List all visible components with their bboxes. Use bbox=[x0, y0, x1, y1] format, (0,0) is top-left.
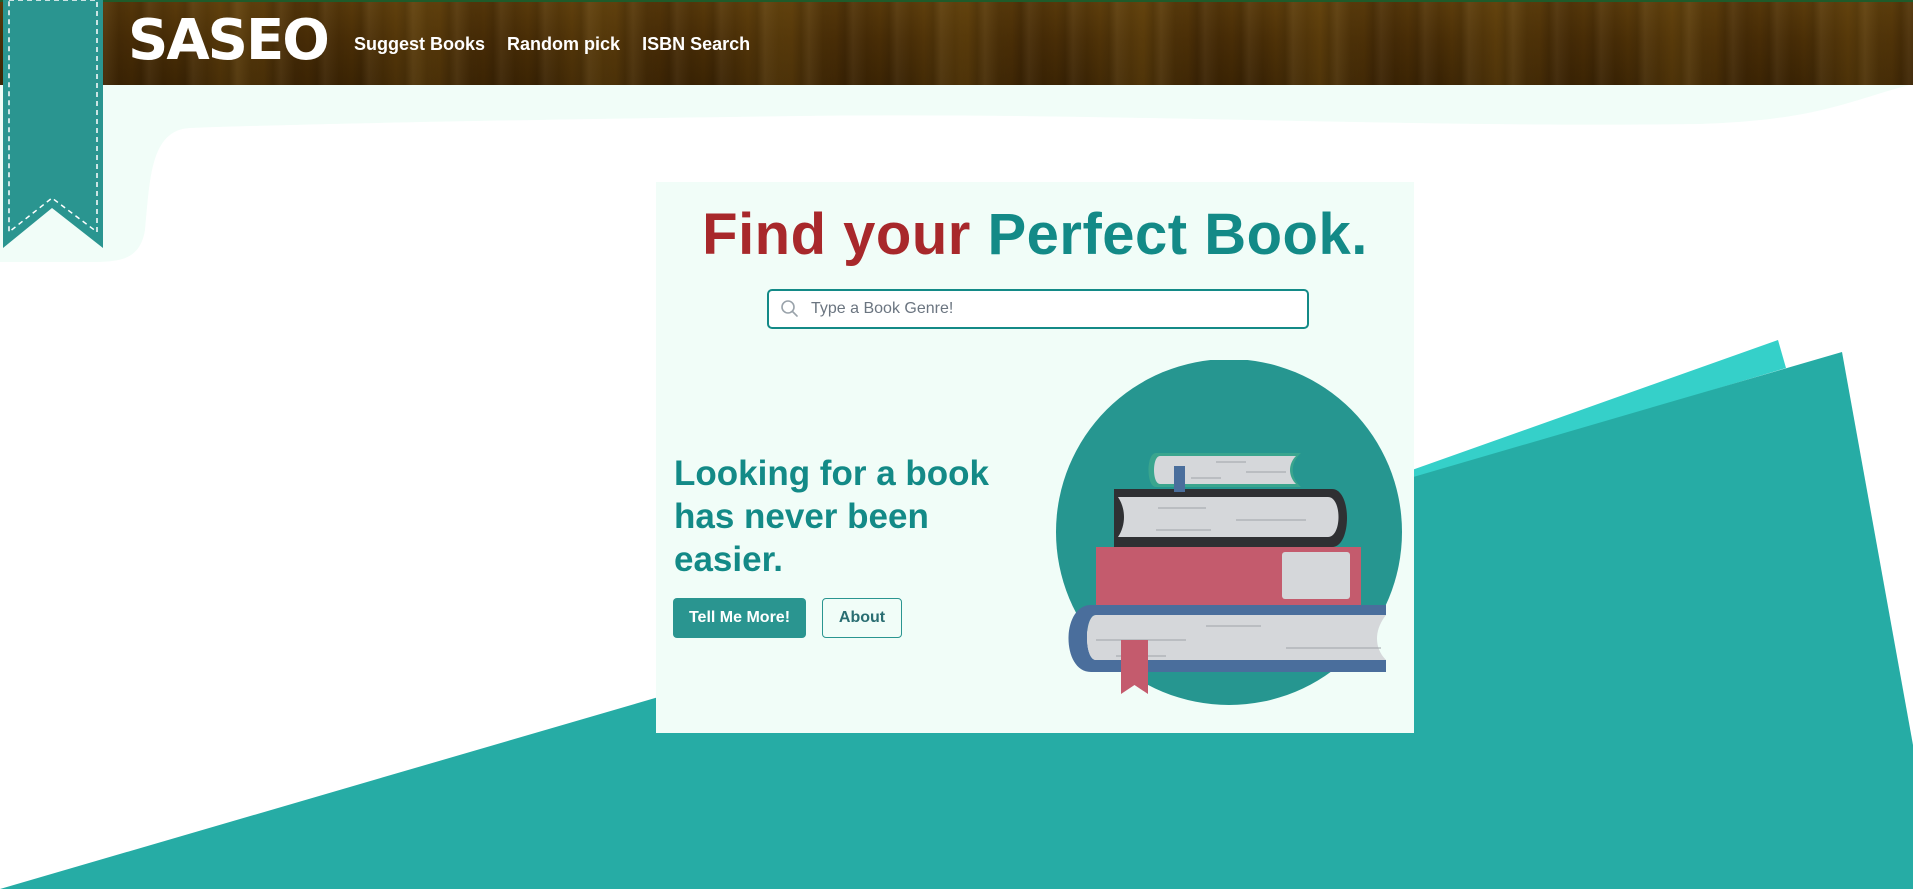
nav-isbn-search[interactable]: ISBN Search bbox=[642, 32, 750, 56]
hero-card: Find your Perfect Book. Looking for a bo… bbox=[656, 182, 1414, 733]
genre-search-input[interactable] bbox=[809, 293, 1307, 325]
about-button[interactable]: About bbox=[822, 598, 902, 638]
nav-random-pick[interactable]: Random pick bbox=[507, 32, 620, 56]
headline-part-2: Perfect Book. bbox=[987, 202, 1368, 267]
nav-suggest-books[interactable]: Suggest Books bbox=[354, 32, 485, 56]
bookmark-blue bbox=[1174, 466, 1185, 492]
site-header: SASEO Suggest Books Random pick ISBN Sea… bbox=[0, 0, 1913, 85]
main-nav: Suggest Books Random pick ISBN Search bbox=[354, 32, 750, 56]
hero-headline: Find your Perfect Book. bbox=[656, 200, 1414, 270]
tell-me-more-button[interactable]: Tell Me More! bbox=[673, 598, 806, 638]
genre-search-box[interactable] bbox=[767, 289, 1309, 329]
book-stack-illustration bbox=[1056, 360, 1402, 705]
site-logo[interactable]: SASEO bbox=[128, 10, 330, 72]
bookmark-ribbon-icon bbox=[3, 0, 103, 248]
headline-part-1: Find your bbox=[702, 202, 971, 267]
hero-tagline: Looking for a book has never been easier… bbox=[674, 454, 989, 579]
search-icon bbox=[781, 300, 798, 317]
bookmark-red bbox=[1121, 640, 1148, 694]
